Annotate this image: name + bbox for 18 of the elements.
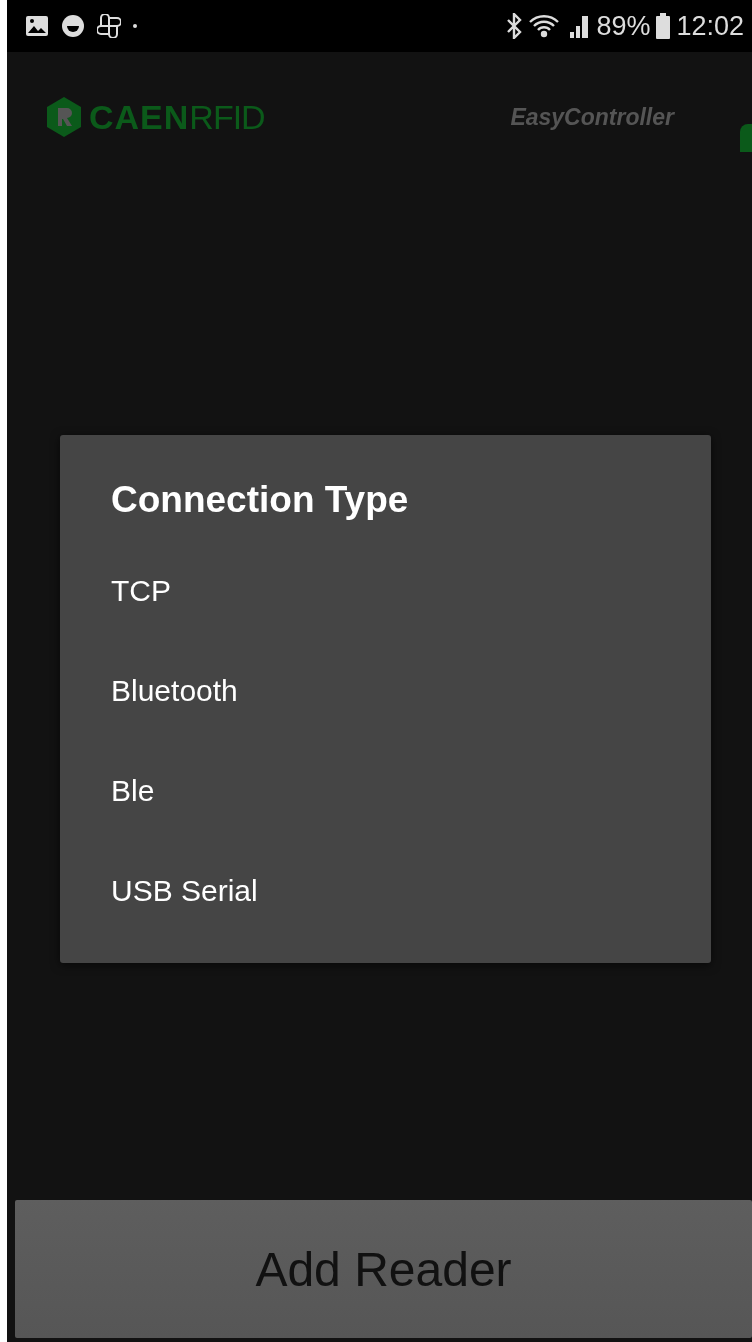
corner-tab-icon — [740, 124, 752, 152]
logo-text: CAENRFID — [89, 97, 265, 137]
dot-icon — [133, 24, 137, 28]
battery-percent: 89% — [596, 10, 651, 42]
smiley-icon — [61, 14, 85, 38]
clock: 12:02 — [676, 10, 744, 42]
battery-icon — [656, 13, 671, 39]
signal-icon — [568, 14, 591, 38]
gallery-icon — [25, 15, 49, 37]
option-item[interactable]: Bluetooth — [60, 641, 711, 741]
option-item[interactable]: USB Serial — [60, 841, 711, 941]
hexagon-logo-icon — [45, 96, 83, 138]
option-item[interactable]: TCP — [60, 541, 711, 641]
app-title: EasyController — [510, 103, 674, 131]
option-item[interactable]: Ble — [60, 741, 711, 841]
bluetooth-icon — [506, 13, 523, 39]
dialog-title: Connection Type — [111, 479, 410, 521]
pinwheel-icon — [97, 14, 121, 38]
